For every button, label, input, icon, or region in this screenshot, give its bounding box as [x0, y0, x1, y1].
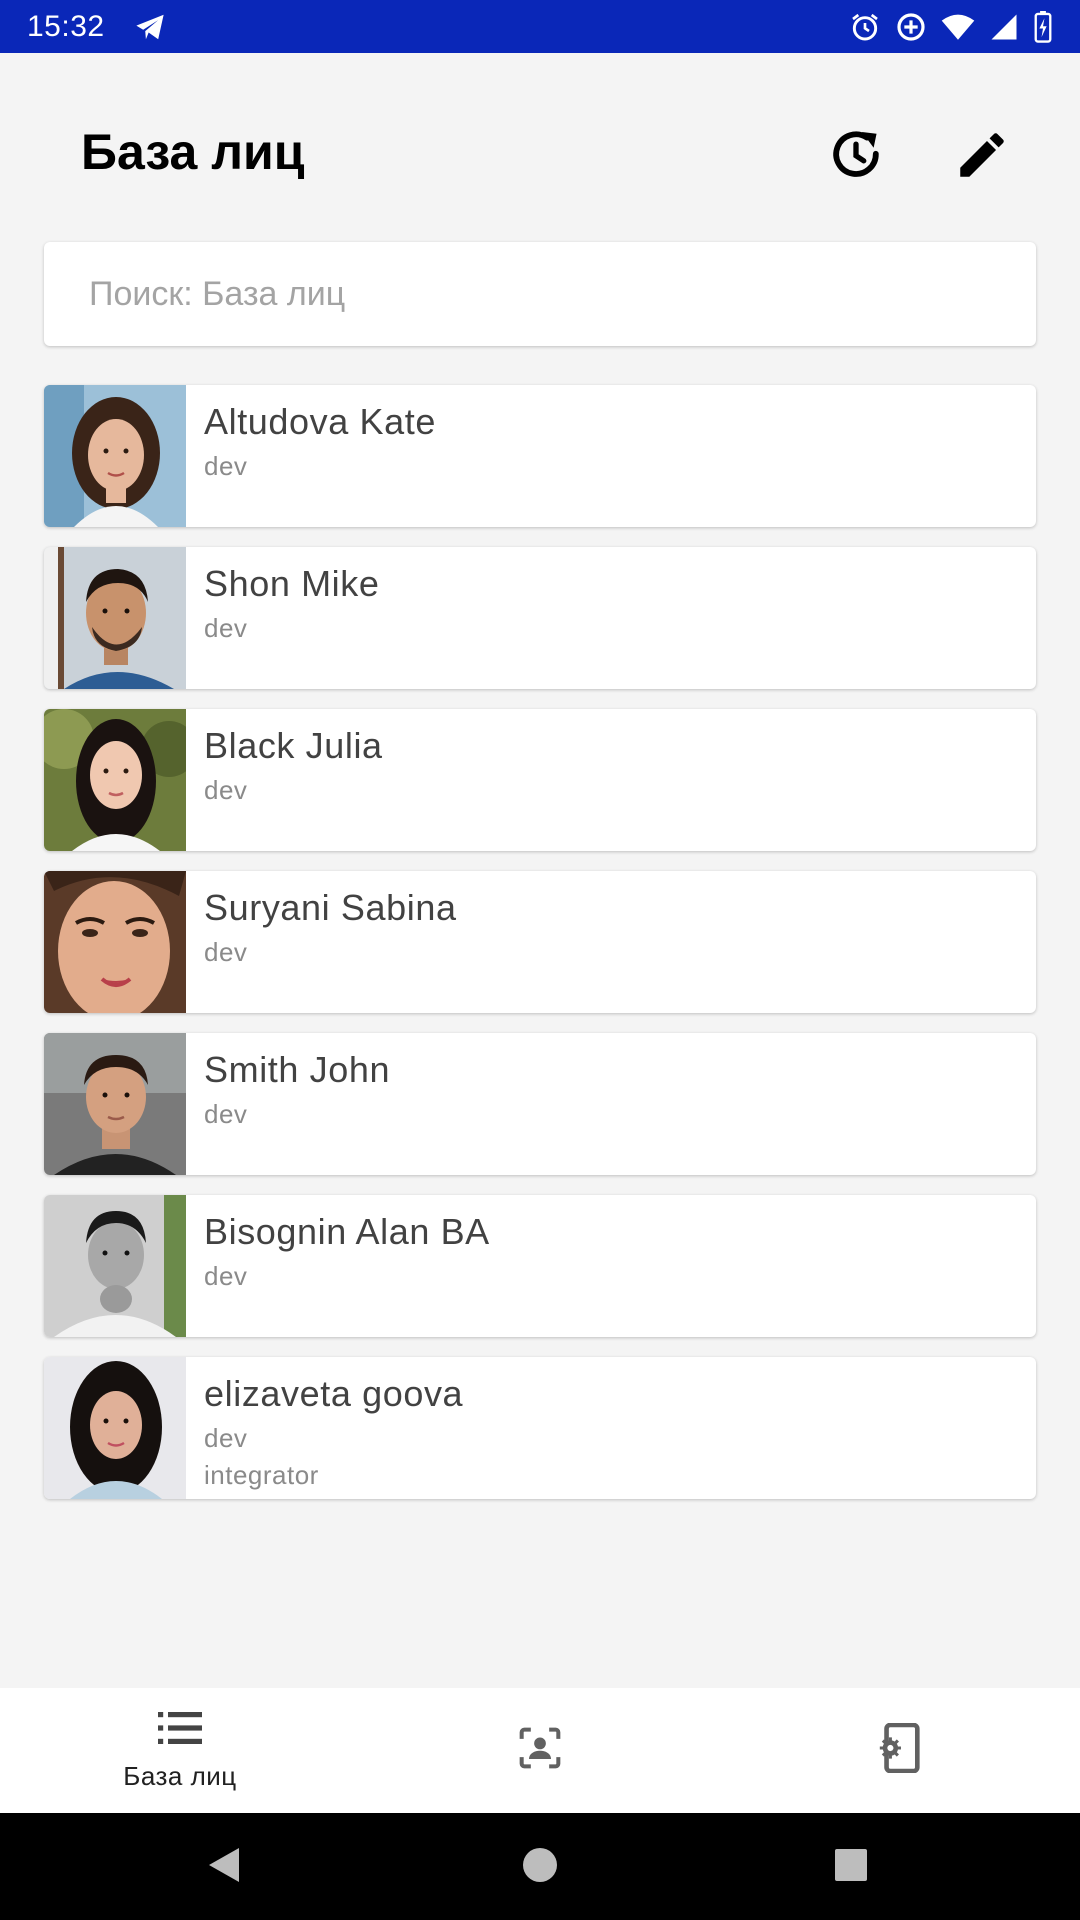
system-home-button[interactable] — [500, 1827, 580, 1907]
face-tag: dev — [204, 1261, 248, 1291]
face-tag: dev — [204, 937, 248, 967]
face-card[interactable]: elizaveta goova dev integrator — [44, 1357, 1036, 1499]
device-settings-icon — [878, 1722, 922, 1778]
face-card[interactable]: Shon Mike dev — [44, 547, 1036, 689]
search-box[interactable] — [44, 242, 1036, 346]
nav-item-device-settings[interactable] — [720, 1688, 1080, 1813]
face-card[interactable]: Smith John dev — [44, 1033, 1036, 1175]
face-name: Shon Mike — [204, 563, 380, 604]
data-saver-icon — [895, 11, 927, 43]
app-header: База лиц — [0, 53, 1080, 253]
face-tag: dev — [204, 775, 248, 805]
face-photo — [44, 1195, 186, 1337]
history-button[interactable] — [816, 117, 896, 197]
face-info: elizaveta goova dev integrator — [186, 1357, 463, 1499]
face-name: Black Julia — [204, 725, 383, 766]
face-name: Altudova Kate — [204, 401, 436, 442]
search-input[interactable] — [89, 274, 989, 314]
face-info: Black Julia dev — [186, 709, 383, 851]
bottom-nav: База лиц — [0, 1688, 1080, 1813]
face-name: elizaveta goova — [204, 1373, 464, 1414]
face-card[interactable]: Bisognin Alan BA dev — [44, 1195, 1036, 1337]
face-info: Smith John dev — [186, 1033, 390, 1175]
page-title: База лиц — [81, 124, 305, 180]
face-info: Bisognin Alan BA dev — [186, 1195, 490, 1337]
status-bar: 15:32 — [0, 0, 1080, 53]
system-recents-button[interactable] — [811, 1827, 891, 1907]
face-card[interactable]: Black Julia dev — [44, 709, 1036, 851]
nav-label: База лиц — [123, 1760, 237, 1791]
face-photo — [44, 1357, 186, 1499]
face-photo — [44, 547, 186, 689]
list-icon — [158, 1710, 202, 1751]
face-name: Smith John — [204, 1049, 391, 1090]
edit-icon — [953, 126, 1011, 189]
back-triangle-icon — [207, 1846, 241, 1889]
system-back-button[interactable] — [184, 1827, 264, 1907]
telegram-icon — [133, 12, 167, 42]
face-tag: dev — [204, 451, 248, 481]
face-photo — [44, 709, 186, 851]
face-info: Suryani Sabina dev — [186, 871, 457, 1013]
face-photo — [44, 1033, 186, 1175]
face-photo — [44, 871, 186, 1013]
recents-square-icon — [834, 1848, 868, 1887]
alarm-icon — [849, 11, 881, 43]
nav-item-recognition[interactable] — [360, 1688, 720, 1813]
face-recognition-icon — [518, 1726, 562, 1775]
face-tag: dev — [204, 613, 248, 643]
face-card[interactable]: Altudova Kate dev — [44, 385, 1036, 527]
face-info: Shon Mike dev — [186, 547, 380, 689]
edit-button[interactable] — [942, 117, 1022, 197]
face-tag: dev — [204, 1423, 248, 1453]
history-icon — [827, 126, 885, 189]
home-circle-icon — [522, 1847, 558, 1888]
face-tag: integrator — [204, 1460, 319, 1490]
wifi-icon — [941, 12, 975, 42]
face-tag: dev — [204, 1099, 248, 1129]
status-time: 15:32 — [27, 9, 105, 43]
face-info: Altudova Kate dev — [186, 385, 436, 527]
battery-charging-icon — [1033, 10, 1053, 43]
signal-icon — [989, 12, 1019, 42]
face-list: Altudova Kate dev Shon Mike dev Black Ju… — [44, 385, 1036, 1519]
nav-item-face-database[interactable]: База лиц — [0, 1688, 360, 1813]
system-nav — [0, 1813, 1080, 1920]
face-name: Bisognin Alan BA — [204, 1211, 490, 1252]
status-right — [849, 10, 1053, 43]
face-photo — [44, 385, 186, 527]
face-card[interactable]: Suryani Sabina dev — [44, 871, 1036, 1013]
status-left: 15:32 — [27, 10, 167, 44]
face-name: Suryani Sabina — [204, 887, 457, 928]
